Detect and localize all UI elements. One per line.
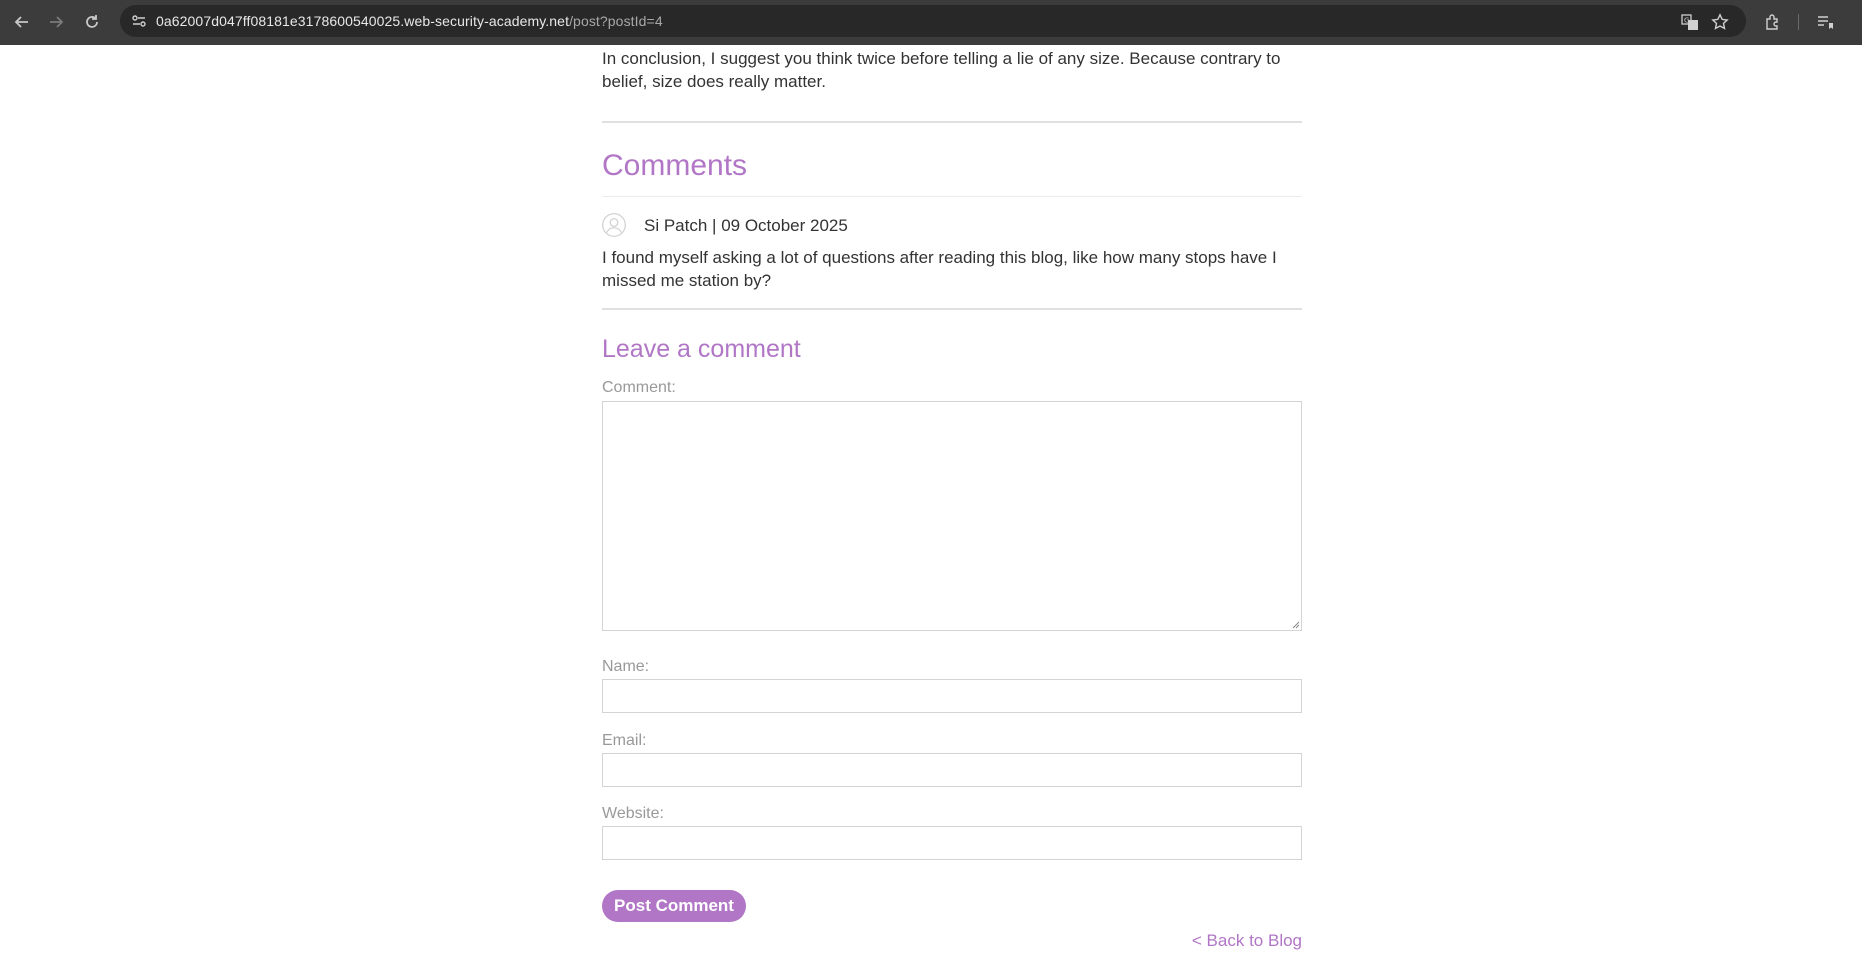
comment-separator: |: [707, 216, 722, 235]
comment-author: Si Patch: [644, 216, 708, 235]
forward-arrow-icon[interactable]: [44, 10, 68, 34]
toolbar-divider: [1798, 14, 1799, 30]
svg-text:G: G: [1684, 17, 1689, 25]
avatar-icon: [602, 213, 626, 237]
divider: [602, 308, 1302, 310]
url-text[interactable]: 0a62007d047ff08181e3178600540025.web-sec…: [156, 13, 663, 29]
bookmark-star-icon[interactable]: [1710, 12, 1730, 32]
website-input[interactable]: [602, 826, 1302, 860]
address-bar[interactable]: 0a62007d047ff08181e3178600540025.web-sec…: [120, 5, 1746, 37]
email-label: Email:: [602, 732, 647, 749]
leave-comment-heading: Leave a comment: [602, 335, 801, 363]
reload-icon[interactable]: [80, 10, 104, 34]
comment-label: Comment:: [602, 379, 676, 396]
comments-heading: Comments: [602, 149, 748, 182]
comment-body: I found myself asking a lot of questions…: [602, 248, 1277, 290]
url-path: /post?postId=4: [569, 13, 663, 29]
name-label: Name:: [602, 658, 650, 675]
browser-toolbar: 0a62007d047ff08181e3178600540025.web-sec…: [0, 0, 1862, 45]
resize-grip-icon[interactable]: [1292, 621, 1300, 629]
back-to-blog-link[interactable]: < Back to Blog: [1192, 931, 1302, 951]
email-input[interactable]: [602, 753, 1302, 787]
post-comment-button[interactable]: Post Comment: [602, 890, 746, 922]
comment-date: 09 October 2025: [721, 216, 848, 235]
divider: [602, 196, 1302, 197]
site-info-icon[interactable]: [130, 12, 148, 30]
name-input[interactable]: [602, 679, 1302, 713]
url-host: 0a62007d047ff08181e3178600540025.web-sec…: [156, 13, 570, 29]
back-arrow-icon[interactable]: [10, 10, 34, 34]
reading-list-icon[interactable]: [1813, 10, 1837, 34]
comment-textarea[interactable]: [602, 401, 1302, 631]
post-conclusion: In conclusion, I suggest you think twice…: [602, 49, 1281, 91]
translate-icon[interactable]: G: [1680, 12, 1700, 32]
divider: [602, 121, 1302, 123]
comment-meta: Si Patch | 09 October 2025: [644, 216, 848, 236]
website-label: Website:: [602, 805, 664, 822]
extensions-icon[interactable]: [1761, 10, 1785, 34]
